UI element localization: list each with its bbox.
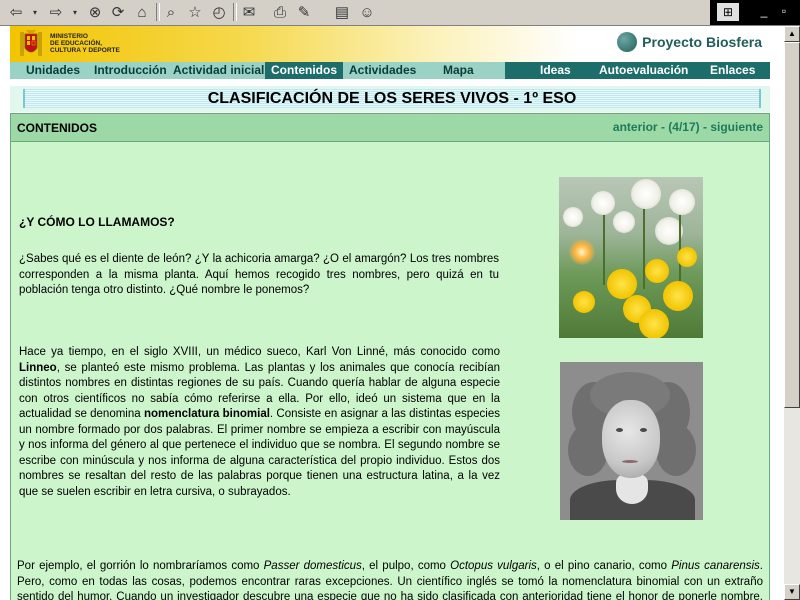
scroll-thumb[interactable]: [784, 42, 800, 408]
biosfera-logo[interactable]: Proyecto Biosfera: [617, 32, 762, 52]
nav-item-autoevaluacion[interactable]: Autoevaluación: [599, 62, 688, 79]
linneo-term: Linneo: [19, 361, 57, 374]
pager-separator: -: [657, 120, 669, 134]
text-run: Hace ya tiempo, en el siglo XVIII, un mé…: [19, 346, 500, 358]
title-strip: CLASIFICACIÓN DE LOS SERES VIVOS - 1º ES…: [10, 86, 770, 112]
nav-item-mapa[interactable]: Mapa: [443, 62, 474, 79]
nav-item-ideas[interactable]: Ideas: [540, 62, 571, 79]
ministry-line: CULTURA Y DEPORTE: [50, 47, 120, 54]
linnaeus-portrait: [560, 362, 703, 520]
text-run: , o el pino canario, como: [536, 560, 672, 572]
refresh-icon[interactable]: ⟳: [109, 2, 127, 22]
minimize-icon[interactable]: _: [754, 2, 774, 20]
text-run: , el pulpo, como: [361, 560, 451, 572]
toolbar-separator: [233, 3, 237, 21]
examples-paragraph: Por ejemplo, el gorrión lo nombraríamos …: [17, 559, 763, 600]
edit-icon[interactable]: ✎: [295, 2, 313, 22]
dandelion-photo: [559, 177, 703, 338]
forward-icon[interactable]: ⇨: [46, 2, 66, 22]
pager: anterior - (4/17) - siguiente: [613, 120, 763, 134]
text-run: Por ejemplo, el gorrión lo nombraríamos …: [17, 560, 264, 572]
mail-icon[interactable]: ✉: [240, 2, 258, 22]
ministry-label: MINISTERIO DE EDUCACIÓN, CULTURA Y DEPOR…: [50, 33, 150, 54]
ministry-line: DE EDUCACIÓN,: [50, 40, 103, 47]
nav-item-introduccion[interactable]: Introducción: [94, 62, 167, 79]
search-icon[interactable]: ⌕: [162, 2, 180, 22]
text-run: . Consiste en asignar a las distintas es…: [19, 408, 501, 498]
restore-icon[interactable]: ▫: [774, 2, 794, 20]
nav-item-contenidos[interactable]: Contenidos: [265, 62, 343, 79]
brand-name: Proyecto Biosfera: [642, 34, 762, 50]
web-page: MINISTERIO DE EDUCACIÓN, CULTURA Y DEPOR…: [0, 26, 784, 600]
species-name: Pinus canarensis: [671, 560, 760, 572]
prev-link[interactable]: anterior: [613, 120, 658, 134]
pager-separator: -: [699, 120, 711, 134]
main-nav: Unidades Introducción Actividad inicial …: [10, 62, 770, 79]
scroll-up-arrow-icon[interactable]: ▲: [784, 26, 800, 42]
intro-paragraph: ¿Sabes qué es el diente de león? ¿Y la a…: [19, 253, 499, 296]
vertical-scrollbar[interactable]: ▲ ▼: [784, 26, 800, 600]
nav-item-actividades[interactable]: Actividades: [349, 62, 416, 79]
windows-logo-icon: ⊞: [717, 3, 739, 21]
site-header: MINISTERIO DE EDUCACIÓN, CULTURA Y DEPOR…: [10, 26, 770, 62]
favorites-icon[interactable]: ☆: [186, 2, 204, 22]
back-icon[interactable]: ⇦: [6, 2, 26, 22]
ministry-line: MINISTERIO: [50, 33, 88, 40]
linneo-paragraph: Hace ya tiempo, en el siglo XVIII, un mé…: [19, 345, 500, 500]
page-title: CLASIFICACIÓN DE LOS SERES VIVOS - 1º ES…: [207, 90, 577, 107]
coat-of-arms-icon: [20, 30, 42, 56]
back-dropdown-icon[interactable]: ▾: [30, 2, 40, 22]
window-controls: ⊞ _ ▫: [710, 0, 800, 25]
nav-item-unidades[interactable]: Unidades: [26, 62, 80, 79]
globe-icon: [617, 32, 638, 52]
discuss-icon[interactable]: ▤: [333, 2, 351, 22]
binomial-term: nomenclatura binomial: [143, 408, 270, 420]
species-name: Passer domesticus: [263, 560, 362, 572]
section-label: CONTENIDOS: [17, 121, 98, 135]
content-header: CONTENIDOS anterior - (4/17) - siguiente: [11, 114, 769, 142]
nav-item-actividad-inicial[interactable]: Actividad inicial: [173, 62, 264, 79]
history-icon[interactable]: ◴: [210, 2, 228, 22]
section-heading: ¿Y CÓMO LO LLAMAMOS?: [19, 215, 175, 229]
species-name: Octopus vulgaris: [450, 560, 537, 572]
forward-dropdown-icon[interactable]: ▾: [70, 2, 80, 22]
home-icon[interactable]: ⌂: [133, 2, 151, 22]
page-position: (4/17): [668, 120, 700, 134]
next-link[interactable]: siguiente: [710, 120, 763, 134]
content-panel: CONTENIDOS anterior - (4/17) - siguiente…: [10, 113, 770, 600]
scroll-down-arrow-icon[interactable]: ▼: [784, 584, 800, 600]
browser-toolbar: ⇦ ▾ ⇨ ▾ ⊗ ⟳ ⌂ ⌕ ☆ ◴ ✉ ⎙ ✎ ▤ ☺ ⊞ _ ▫: [0, 0, 800, 26]
title-bar: CLASIFICACIÓN DE LOS SERES VIVOS - 1º ES…: [23, 89, 761, 108]
nav-item-enlaces[interactable]: Enlaces: [710, 62, 755, 79]
toolbar-separator: [156, 3, 160, 21]
stop-icon[interactable]: ⊗: [86, 2, 104, 22]
messenger-icon[interactable]: ☺: [358, 2, 376, 22]
print-icon[interactable]: ⎙: [271, 2, 289, 22]
